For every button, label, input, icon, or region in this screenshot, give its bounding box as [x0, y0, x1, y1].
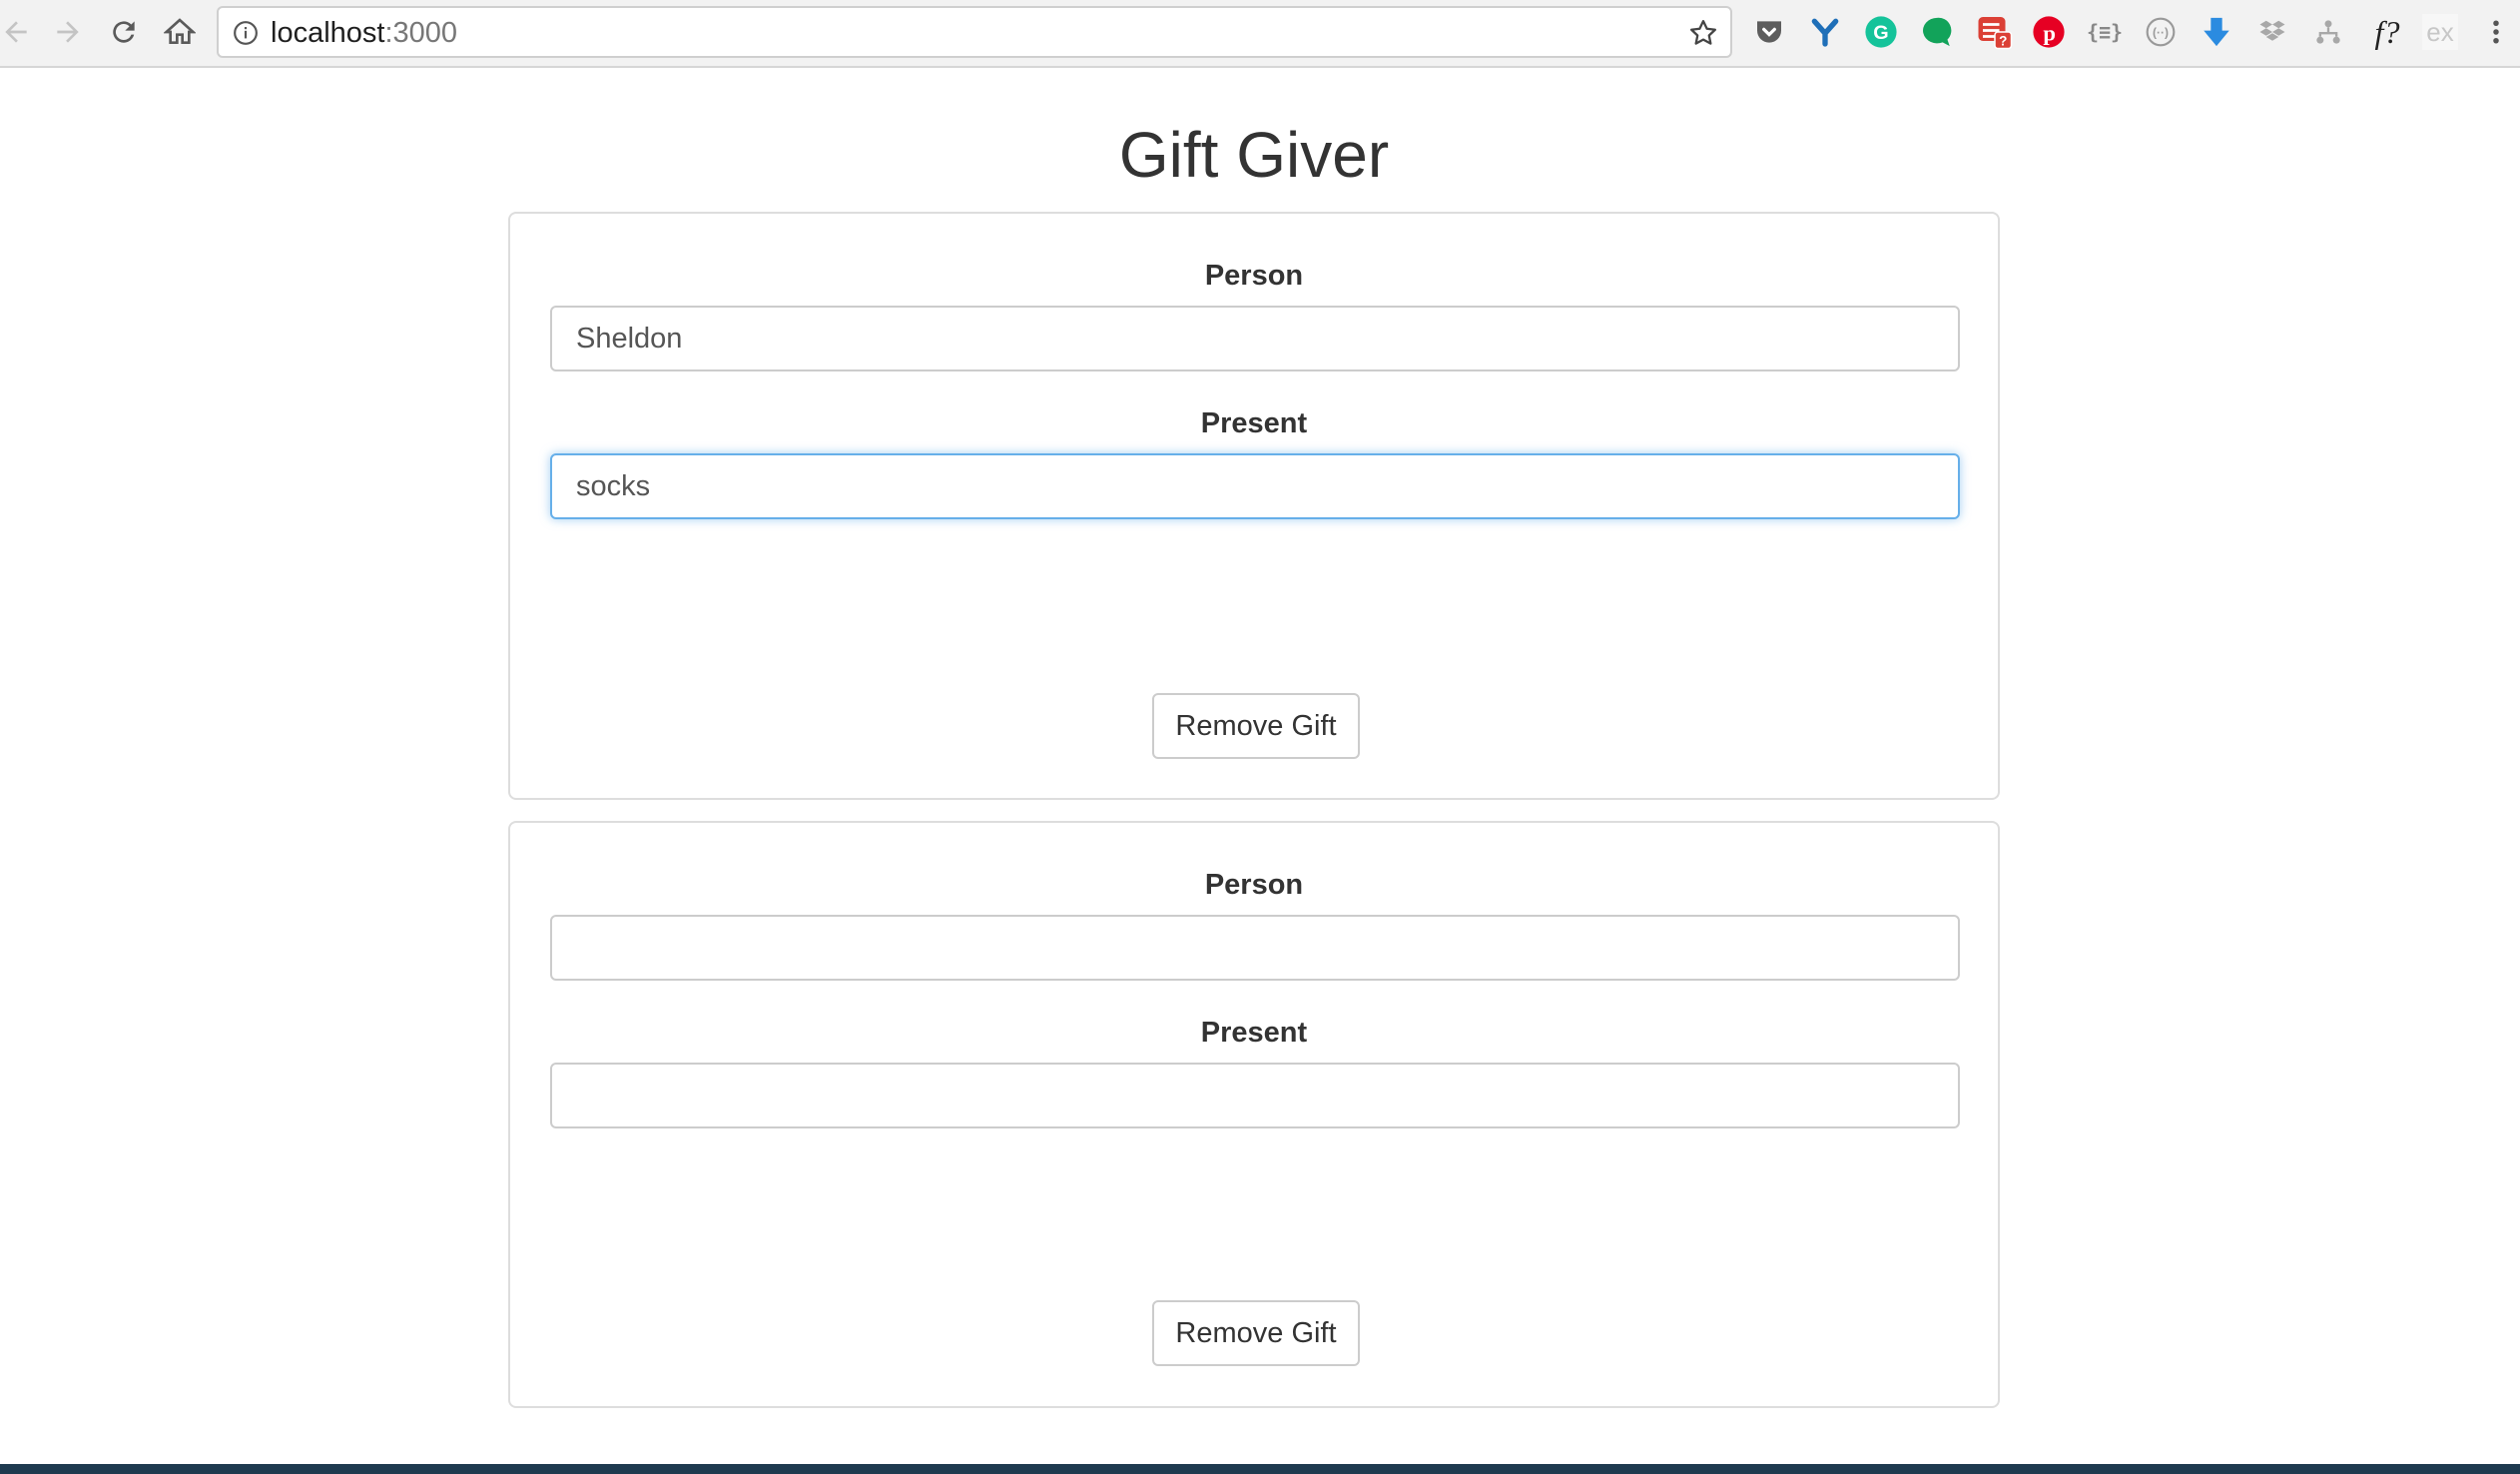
menu-dots-icon[interactable] [2478, 14, 2514, 50]
y-icon[interactable] [1807, 14, 1843, 50]
remove-gift-button[interactable]: Remove Gift [1152, 1300, 1360, 1366]
todoist-icon[interactable]: ? [1977, 14, 2013, 50]
address-bar[interactable]: localhost:3000 [217, 6, 1732, 58]
gift-card: Person Present Remove Gift [508, 212, 2000, 800]
reload-icon[interactable] [100, 8, 148, 56]
grammarly-icon[interactable]: G [1863, 14, 1899, 50]
download-arrow-icon[interactable] [2199, 14, 2234, 50]
present-label: Present [1200, 1017, 1308, 1049]
present-input[interactable] [550, 453, 1960, 519]
ex-icon[interactable]: ex [2422, 14, 2458, 50]
person-label: Person [1204, 869, 1304, 901]
url-port: :3000 [384, 17, 458, 49]
bookmark-star-icon[interactable] [1688, 18, 1718, 48]
person-label: Person [1204, 260, 1304, 292]
speech-bubble-icon[interactable] [1919, 14, 1955, 50]
remove-gift-button[interactable]: Remove Gift [1152, 693, 1360, 759]
forward-icon[interactable] [44, 8, 92, 56]
json-formatter-icon[interactable]: {≡} [2087, 14, 2123, 50]
circle-dots-icon[interactable]: (··) [2143, 14, 2179, 50]
svg-text:p: p [2043, 21, 2056, 46]
tree-icon[interactable] [2310, 14, 2346, 50]
present-label: Present [1200, 407, 1308, 439]
font-question-icon[interactable]: f? [2366, 14, 2408, 50]
svg-text:G: G [1873, 22, 1888, 44]
svg-text:(··): (··) [2153, 26, 2169, 40]
dock-edge [0, 1464, 2520, 1474]
browser-toolbar: localhost:3000 G ? p {≡} (··) f? ex [0, 0, 2520, 68]
present-input[interactable] [550, 1063, 1960, 1128]
pinterest-icon[interactable]: p [2031, 14, 2067, 50]
info-icon[interactable] [233, 20, 259, 46]
person-input[interactable] [550, 306, 1960, 371]
person-input[interactable] [550, 915, 1960, 981]
pocket-icon[interactable] [1751, 14, 1787, 50]
url-host: localhost [271, 17, 385, 49]
dropbox-icon[interactable] [2254, 14, 2290, 50]
page-title: Gift Giver [1118, 119, 1390, 191]
url-text: localhost:3000 [271, 16, 457, 50]
back-icon[interactable] [0, 8, 40, 56]
svg-text:?: ? [1999, 34, 2007, 49]
gift-card: Person Present Remove Gift [508, 821, 2000, 1408]
home-icon[interactable] [156, 8, 204, 56]
